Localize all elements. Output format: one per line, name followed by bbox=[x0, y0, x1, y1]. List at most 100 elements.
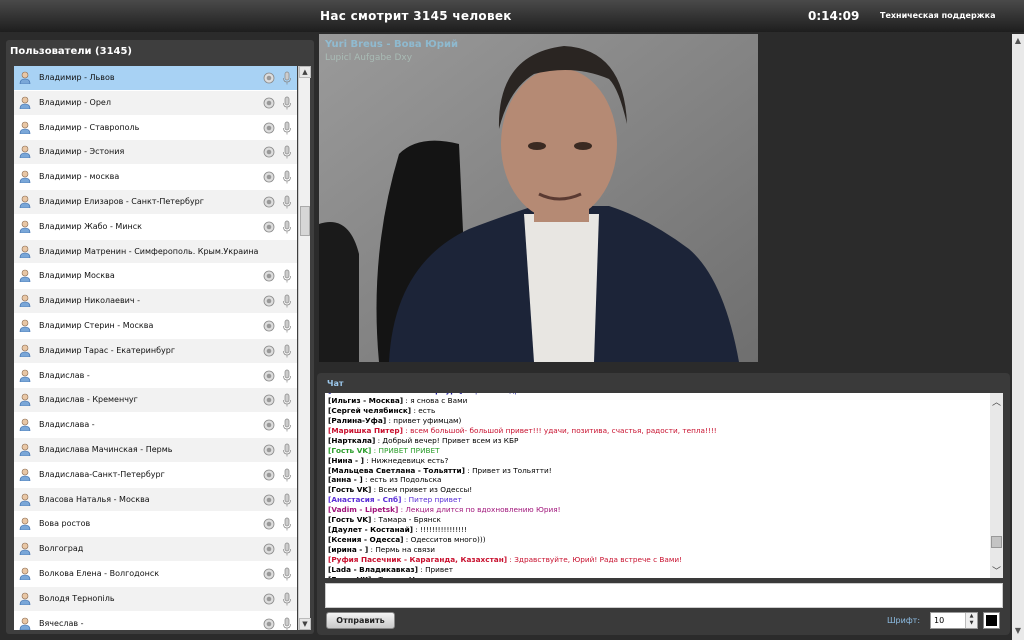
chat-scroll-thumb[interactable] bbox=[991, 536, 1002, 548]
chat-message-author: [ирина - ] bbox=[328, 545, 369, 554]
user-name: Владислав - bbox=[39, 370, 90, 380]
chat-message: [Анастасия - Спб] : Питер привет bbox=[328, 495, 462, 505]
user-name: Волкова Елена - Волгодонск bbox=[39, 568, 160, 578]
user-list-item[interactable]: Владимир Николаевич - bbox=[14, 289, 297, 314]
microphone-icon[interactable] bbox=[282, 195, 292, 209]
scroll-down-arrow-icon[interactable]: ▼ bbox=[1012, 626, 1024, 638]
microphone-icon[interactable] bbox=[282, 567, 292, 581]
chat-message: [Маришка Питер] : всем большой- большой … bbox=[328, 425, 717, 435]
send-button[interactable]: Отправить bbox=[326, 612, 395, 629]
webcam-icon[interactable] bbox=[263, 270, 275, 282]
chevron-up-icon[interactable]: ︿ bbox=[991, 395, 1002, 408]
user-list-item[interactable]: Владимир - Орел bbox=[14, 90, 297, 116]
microphone-icon[interactable] bbox=[282, 493, 292, 507]
font-size-stepper[interactable]: 10 ▲ ▼ bbox=[930, 612, 978, 629]
chat-message: [Руфия Пасечник - Караганда, Казахстан] … bbox=[328, 554, 683, 564]
user-list-scroll-thumb[interactable] bbox=[300, 206, 310, 236]
microphone-icon[interactable] bbox=[282, 145, 292, 159]
user-list-item[interactable]: Владимир Матренин - Симферополь. Крым.Ук… bbox=[14, 239, 297, 265]
stepper-arrows-icon[interactable]: ▲ ▼ bbox=[965, 613, 977, 628]
user-list-item[interactable]: Володя Тернопiль bbox=[14, 586, 297, 612]
webcam-icon[interactable] bbox=[263, 518, 275, 530]
user-list-item[interactable]: Владимир Стерин - Москва bbox=[14, 314, 297, 339]
chat-scrollbar[interactable]: ︿ ﹀ bbox=[990, 393, 1003, 578]
user-list-item[interactable]: Владимир Жабо - Минск bbox=[14, 215, 297, 240]
microphone-icon[interactable] bbox=[282, 393, 292, 407]
chat-message-author: [Гость VK] bbox=[328, 445, 372, 455]
user-list-item[interactable]: Владимир Тарас - Екатеринбург bbox=[14, 338, 297, 364]
scroll-up-arrow-icon[interactable]: ▲ bbox=[299, 66, 311, 78]
webcam-icon[interactable] bbox=[263, 469, 275, 481]
webcam-icon[interactable] bbox=[263, 568, 275, 580]
webcam-icon[interactable] bbox=[263, 295, 275, 307]
text-color-picker[interactable] bbox=[983, 612, 1000, 629]
user-list-item[interactable]: Владислава-Санкт-Петербург bbox=[14, 463, 297, 488]
webcam-icon[interactable] bbox=[263, 171, 275, 183]
chat-message-input[interactable] bbox=[325, 583, 1003, 608]
microphone-icon[interactable] bbox=[282, 369, 292, 383]
user-list-item[interactable]: Вячеслав - bbox=[14, 612, 297, 630]
microphone-icon[interactable] bbox=[282, 319, 292, 333]
user-list-item[interactable]: Власова Наталья - Москва bbox=[14, 487, 297, 513]
user-list-scrollbar[interactable]: ▲ ▼ bbox=[298, 66, 311, 630]
microphone-icon[interactable] bbox=[282, 443, 292, 457]
chat-message-text: Нижнедевицк есть? bbox=[371, 455, 449, 465]
support-link[interactable]: Техническая поддержка bbox=[880, 11, 995, 20]
webcam-icon[interactable] bbox=[263, 122, 275, 134]
microphone-icon[interactable] bbox=[282, 344, 292, 358]
webcam-icon[interactable] bbox=[263, 419, 275, 431]
video-stream: Yuri Breus - Вова Юрий Lupicl Aufgabe Dx… bbox=[319, 34, 758, 362]
user-list-item[interactable]: Владислав - Кременчуг bbox=[14, 388, 297, 414]
webcam-icon[interactable] bbox=[263, 97, 275, 109]
microphone-icon[interactable] bbox=[282, 592, 292, 606]
microphone-icon[interactable] bbox=[282, 294, 292, 308]
webcam-icon[interactable] bbox=[263, 72, 275, 84]
microphone-icon[interactable] bbox=[282, 468, 292, 482]
user-list-item[interactable]: Владислава Мачинская - Пермь bbox=[14, 437, 297, 463]
microphone-icon[interactable] bbox=[282, 96, 292, 110]
webcam-icon[interactable] bbox=[263, 370, 275, 382]
user-list-item[interactable]: Владимир - москва bbox=[14, 165, 297, 190]
page-scrollbar[interactable]: ▲ ▼ bbox=[1012, 34, 1024, 640]
top-bar: Нас смотрит 3145 человек 0:14:09 Техниче… bbox=[0, 0, 1024, 32]
microphone-icon[interactable] bbox=[282, 71, 292, 85]
user-avatar-icon bbox=[19, 344, 31, 358]
user-list-item[interactable]: Вова ростов bbox=[14, 512, 297, 538]
user-list-item[interactable]: Владимир - Эстония bbox=[14, 140, 297, 166]
microphone-icon[interactable] bbox=[282, 269, 292, 283]
microphone-icon[interactable] bbox=[282, 170, 292, 184]
chat-message-text: Всем привет из Одессы! bbox=[378, 485, 473, 495]
microphone-icon[interactable] bbox=[282, 517, 292, 531]
chat-message: [Гость VK] : ПРИВЕТ ПРИВЕТ bbox=[328, 445, 440, 455]
microphone-icon[interactable] bbox=[282, 418, 292, 432]
microphone-icon[interactable] bbox=[282, 220, 292, 234]
user-avatar-icon bbox=[19, 121, 31, 134]
webcam-icon[interactable] bbox=[263, 345, 275, 357]
webcam-icon[interactable] bbox=[263, 593, 275, 605]
user-list-item[interactable]: Владимир Елизаров - Санкт-Петербург bbox=[14, 189, 297, 215]
user-list-item[interactable]: Владислав - bbox=[14, 364, 297, 389]
webcam-icon[interactable] bbox=[263, 320, 275, 332]
font-size-value: 10 bbox=[934, 616, 945, 625]
user-list-item[interactable]: Волкова Елена - Волгодонск bbox=[14, 562, 297, 587]
webcam-icon[interactable] bbox=[263, 543, 275, 555]
microphone-icon[interactable] bbox=[282, 121, 292, 135]
user-list-item[interactable]: Владимир Москва bbox=[14, 264, 297, 290]
user-list-item[interactable]: Владимир - Ставрополь bbox=[14, 116, 297, 141]
webcam-icon[interactable] bbox=[263, 221, 275, 233]
microphone-icon[interactable] bbox=[282, 542, 292, 556]
user-list-item[interactable]: Владимир - Львов bbox=[14, 66, 297, 91]
microphone-icon[interactable] bbox=[282, 617, 292, 630]
webcam-icon[interactable] bbox=[263, 196, 275, 208]
webcam-icon[interactable] bbox=[263, 146, 275, 158]
scroll-down-arrow-icon[interactable]: ▼ bbox=[299, 618, 311, 630]
webcam-icon[interactable] bbox=[263, 618, 275, 630]
video-overlay-label: Yuri Breus - Вова Юрий bbox=[325, 39, 458, 50]
user-list-item[interactable]: Волгоград bbox=[14, 537, 297, 562]
user-list-item[interactable]: Владислава - bbox=[14, 413, 297, 438]
chevron-down-icon[interactable]: ﹀ bbox=[991, 564, 1002, 577]
webcam-icon[interactable] bbox=[263, 494, 275, 506]
scroll-up-arrow-icon[interactable]: ▲ bbox=[1012, 36, 1024, 48]
webcam-icon[interactable] bbox=[263, 394, 275, 406]
webcam-icon[interactable] bbox=[263, 444, 275, 456]
